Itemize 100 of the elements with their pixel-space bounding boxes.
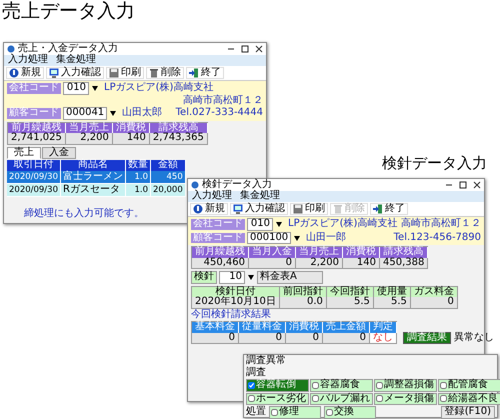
floppy-icon bbox=[293, 204, 303, 214]
menu-item[interactable]: 集金処理 bbox=[56, 55, 96, 66]
toolbar-button[interactable]: 削除 bbox=[146, 66, 184, 79]
table-cell: 0 bbox=[323, 332, 370, 344]
table-cell: 2,741,025 bbox=[8, 133, 66, 144]
column-header: 金額 bbox=[151, 160, 186, 170]
column-header: 数量 bbox=[126, 160, 151, 170]
section-label: 処置 bbox=[246, 407, 266, 418]
column-header: 判定 bbox=[370, 322, 397, 332]
toolbar-button[interactable]: 印刷 bbox=[106, 66, 144, 79]
checkbox[interactable] bbox=[440, 382, 447, 389]
column-header: 使用量 bbox=[374, 286, 411, 297]
column-header: 前月繰越残 bbox=[8, 122, 66, 133]
section-label: 今回検針請求結果 bbox=[191, 308, 271, 320]
table-cell: 450,388 bbox=[380, 258, 428, 269]
trash-icon bbox=[149, 68, 159, 78]
column-header: 消費税 bbox=[286, 322, 323, 332]
table-cell: 0 bbox=[286, 332, 323, 344]
input-field[interactable]: 000041 bbox=[63, 107, 108, 120]
checkbox[interactable] bbox=[326, 408, 333, 416]
dropdown-icon[interactable] bbox=[293, 234, 302, 242]
table-cell: 2020年10月10日 bbox=[192, 297, 280, 308]
heading: 検針データ入力 bbox=[382, 156, 487, 172]
checkbox[interactable] bbox=[376, 382, 383, 389]
tab[interactable]: 売上 bbox=[7, 146, 41, 159]
table-cell: 5.5 bbox=[326, 297, 374, 308]
maximize-icon[interactable] bbox=[241, 45, 249, 53]
table-cell: 2,200 bbox=[296, 258, 343, 269]
table-cell[interactable]: 1.0 bbox=[126, 184, 151, 196]
checkbox[interactable] bbox=[312, 395, 319, 402]
customer-name: 山田太郎 bbox=[122, 108, 162, 118]
toolbar-button[interactable]: 新規 bbox=[6, 66, 44, 79]
company-name: LPガスピア(株)高崎支社 bbox=[288, 219, 398, 230]
column-header: 当月売上 bbox=[66, 122, 113, 133]
app-icon bbox=[191, 181, 199, 189]
toolbar-button[interactable]: 終了 bbox=[370, 202, 408, 215]
menu-item[interactable]: 入力処理 bbox=[8, 55, 48, 66]
app-icon bbox=[7, 45, 15, 53]
table-cell[interactable]: 1.0 bbox=[126, 170, 151, 184]
checkbox-option[interactable]: 容器腐食 bbox=[310, 379, 373, 392]
table-cell[interactable]: 20,000 bbox=[151, 184, 186, 196]
table-cell[interactable]: 富士ラーメン bbox=[61, 170, 126, 184]
checkbox[interactable] bbox=[440, 395, 447, 402]
menu-item[interactable]: 入力処理 bbox=[192, 191, 232, 202]
menu-item[interactable]: 集金処理 bbox=[240, 191, 280, 202]
company-name: LPガスピア(株)高崎支社 bbox=[104, 83, 214, 94]
input-field[interactable]: 料金表A bbox=[257, 271, 323, 284]
column-header: 当月売上 bbox=[296, 247, 343, 258]
checkbox-option[interactable]: 給湯器不良 bbox=[438, 392, 500, 405]
phone-number: Tel.123-456-7890 bbox=[394, 232, 481, 243]
checkbox-option[interactable]: ホース劣化 bbox=[246, 392, 309, 405]
column-header: 検針日付 bbox=[192, 286, 280, 297]
status-text: 異常なし bbox=[454, 332, 494, 343]
checkbox[interactable] bbox=[248, 395, 255, 402]
table-cell: 0 bbox=[249, 258, 296, 269]
column-header: 従量料金 bbox=[239, 322, 286, 332]
table-cell[interactable]: 2020/09/30 bbox=[7, 184, 61, 196]
toolbar-button[interactable]: 入力確認 bbox=[46, 66, 104, 79]
toolbar-button[interactable]: 入力確認 bbox=[230, 202, 288, 215]
window-title: 売上・入金データ入力 bbox=[18, 44, 119, 54]
checkbox-option[interactable]: メータ損傷 bbox=[374, 392, 437, 405]
table-cell: 0.0 bbox=[280, 297, 327, 308]
close-icon[interactable] bbox=[473, 181, 481, 189]
column-header: ガス料金 bbox=[410, 286, 458, 297]
input-field[interactable]: 10 bbox=[219, 271, 245, 284]
input-field[interactable]: 010 bbox=[63, 82, 89, 94]
maximize-icon[interactable] bbox=[459, 181, 467, 189]
checkbox[interactable] bbox=[376, 395, 383, 402]
table-cell[interactable]: 450 bbox=[151, 170, 186, 184]
column-header: 基本料金 bbox=[192, 322, 239, 332]
register-button[interactable]: 登録(F10) bbox=[440, 406, 495, 418]
tab[interactable]: 入金 bbox=[42, 146, 76, 159]
toolbar-button[interactable]: 新規 bbox=[190, 202, 228, 215]
column-header: 消費税 bbox=[343, 247, 380, 258]
checkbox[interactable] bbox=[248, 382, 255, 389]
checkbox[interactable] bbox=[271, 408, 278, 416]
checkbox-option[interactable]: 交換 bbox=[324, 406, 376, 418]
table-cell[interactable]: 2020/09/30 bbox=[7, 170, 61, 184]
checkbox-option[interactable]: 修理 bbox=[269, 406, 321, 418]
checkbox-option[interactable]: 配管腐食 bbox=[438, 379, 500, 392]
survey-button[interactable]: 調査結果 bbox=[403, 332, 451, 344]
close-icon[interactable] bbox=[255, 45, 263, 53]
input-field[interactable]: 010 bbox=[247, 218, 273, 230]
window-title: 検針データ入力 bbox=[202, 180, 273, 190]
address-text: 高崎市高松町１２ bbox=[183, 96, 263, 106]
checkbox-option[interactable]: 調整器損傷 bbox=[374, 379, 437, 392]
field-label: 顧客コード bbox=[7, 108, 61, 118]
table-cell[interactable]: Rガスセータ bbox=[61, 184, 126, 196]
monitor-icon bbox=[233, 204, 243, 214]
input-field[interactable]: 000100 bbox=[247, 232, 292, 244]
toolbar-button[interactable]: 印刷 bbox=[290, 202, 328, 215]
checkbox-option[interactable]: バルブ漏れ bbox=[310, 392, 373, 405]
dropdown-icon[interactable] bbox=[109, 109, 118, 118]
dropdown-icon[interactable] bbox=[275, 220, 283, 228]
dropdown-icon[interactable] bbox=[91, 84, 99, 92]
checkbox[interactable] bbox=[312, 382, 319, 389]
table-cell: 140 bbox=[112, 133, 150, 144]
toolbar-button[interactable]: 終了 bbox=[186, 66, 224, 79]
address-text: 高崎市高松町１２ bbox=[401, 219, 481, 230]
dropdown-icon[interactable] bbox=[247, 273, 255, 282]
